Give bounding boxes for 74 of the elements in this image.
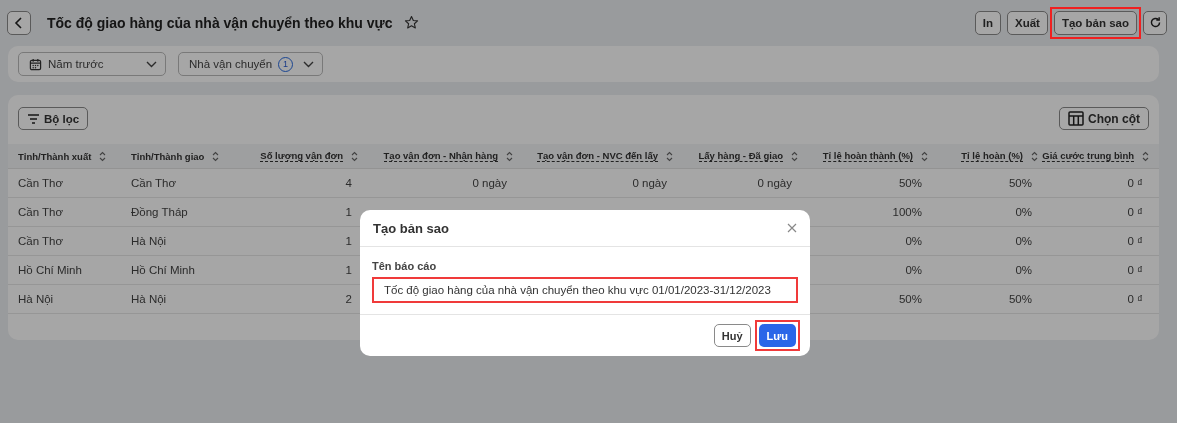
- table-cell: Cần Thơ: [18, 206, 64, 218]
- table-cell: Hà Nội: [131, 235, 167, 247]
- table-cell: 50%: [1008, 293, 1032, 305]
- page-title: Tốc độ giao hàng của nhà vận chuyển theo khu vực: [47, 14, 393, 31]
- dialog-title: Tạo bản sao: [373, 220, 449, 236]
- table-cell: Hà Nội: [18, 293, 54, 305]
- column-header[interactable]: Tỉ lệ hoàn thành (%): [798, 144, 928, 168]
- table-columns-icon: [1068, 111, 1084, 126]
- table-cell: 0 ₫: [1127, 206, 1143, 218]
- header-button[interactable]: In: [974, 10, 1001, 35]
- back-button[interactable]: [7, 10, 31, 35]
- sort-icon[interactable]: [1142, 150, 1149, 162]
- sort-icon[interactable]: [212, 150, 220, 162]
- sort-icon[interactable]: [99, 150, 107, 162]
- table-cell: 100%: [892, 206, 922, 218]
- table-cell: 0 ngày: [632, 177, 667, 189]
- table-cell: 0%: [1015, 206, 1032, 218]
- table-cell: Cần Thơ: [131, 177, 177, 189]
- table-cell: 0 ₫: [1127, 177, 1143, 189]
- save-button[interactable]: Lưu: [758, 324, 796, 347]
- column-header[interactable]: Tỉnh/Thành xuất: [18, 144, 131, 168]
- table-cell: 1: [345, 235, 352, 247]
- table-cell: 0 ngày: [472, 177, 507, 189]
- filter-icon: [27, 113, 40, 124]
- column-header[interactable]: Tạo vận đơn - NVC đến lấy: [513, 144, 673, 168]
- table-cell: 1: [345, 264, 352, 276]
- filter-dropdown[interactable]: Nhà vận chuyển 1: [178, 52, 324, 76]
- star-icon[interactable]: [404, 15, 420, 30]
- filter-dropdown[interactable]: Năm trước: [18, 52, 166, 76]
- column-header[interactable]: Tạo vận đơn - Nhận hàng: [358, 144, 513, 168]
- sort-icon[interactable]: [1031, 150, 1038, 162]
- table-cell: 0 ₫: [1127, 235, 1143, 247]
- field-label: Tên báo cáo: [372, 260, 438, 272]
- filter-button[interactable]: Bộ lọc: [18, 107, 89, 130]
- sort-icon[interactable]: [666, 150, 673, 162]
- table-cell: 0%: [905, 264, 922, 276]
- table-cell: 0%: [905, 235, 922, 247]
- table-cell: 50%: [1008, 177, 1032, 189]
- refresh-icon: [1148, 16, 1162, 29]
- table-cell: 50%: [898, 293, 922, 305]
- table-cell: 4: [345, 177, 352, 189]
- header-button[interactable]: Xuất: [1006, 10, 1048, 35]
- chevron-down-icon: [303, 60, 315, 68]
- column-header[interactable]: Lấy hàng - Đã giao: [673, 144, 798, 168]
- table-cell: Cần Thơ: [18, 177, 64, 189]
- calendar-icon: [29, 57, 42, 71]
- column-header[interactable]: Tỉnh/Thành giao: [131, 144, 248, 168]
- chevron-down-icon: [146, 60, 157, 68]
- sort-icon[interactable]: [351, 150, 358, 162]
- columns-button[interactable]: Chọn cột: [1059, 107, 1149, 130]
- refresh-button[interactable]: [1143, 10, 1167, 35]
- table-cell: 0%: [1015, 264, 1032, 276]
- table-cell: Cần Thơ: [18, 235, 64, 247]
- column-header[interactable]: Số lượng vận đơn: [248, 144, 358, 168]
- sort-icon[interactable]: [791, 150, 798, 162]
- sort-icon[interactable]: [506, 150, 513, 162]
- table-cell: 1: [345, 206, 352, 218]
- column-header[interactable]: Tỉ lệ hoàn (%): [928, 144, 1038, 168]
- column-header[interactable]: Giá cước trung bình: [1038, 144, 1149, 168]
- cancel-button[interactable]: Huỷ: [713, 324, 751, 347]
- table-cell: Hà Nội: [131, 293, 167, 305]
- table-cell: 0 ₫: [1127, 293, 1143, 305]
- header-button[interactable]: Tạo bản sao: [1053, 10, 1137, 35]
- table-cell: Hồ Chí Minh: [131, 264, 195, 276]
- input-field[interactable]: Tốc độ giao hàng của nhà vận chuyển theo khu vực 01/01/2023-31/12/2023: [372, 277, 798, 303]
- table-cell: 0%: [1015, 235, 1032, 247]
- table-cell: 0 ngày: [757, 177, 792, 189]
- table-cell: Đồng Tháp: [131, 206, 188, 218]
- sort-icon[interactable]: [921, 150, 928, 162]
- close-icon[interactable]: [787, 223, 797, 233]
- table-cell: 0 ₫: [1127, 264, 1143, 276]
- table-cell: 50%: [898, 177, 922, 189]
- table-cell: Hồ Chí Minh: [18, 264, 82, 276]
- table-cell: 2: [345, 293, 352, 305]
